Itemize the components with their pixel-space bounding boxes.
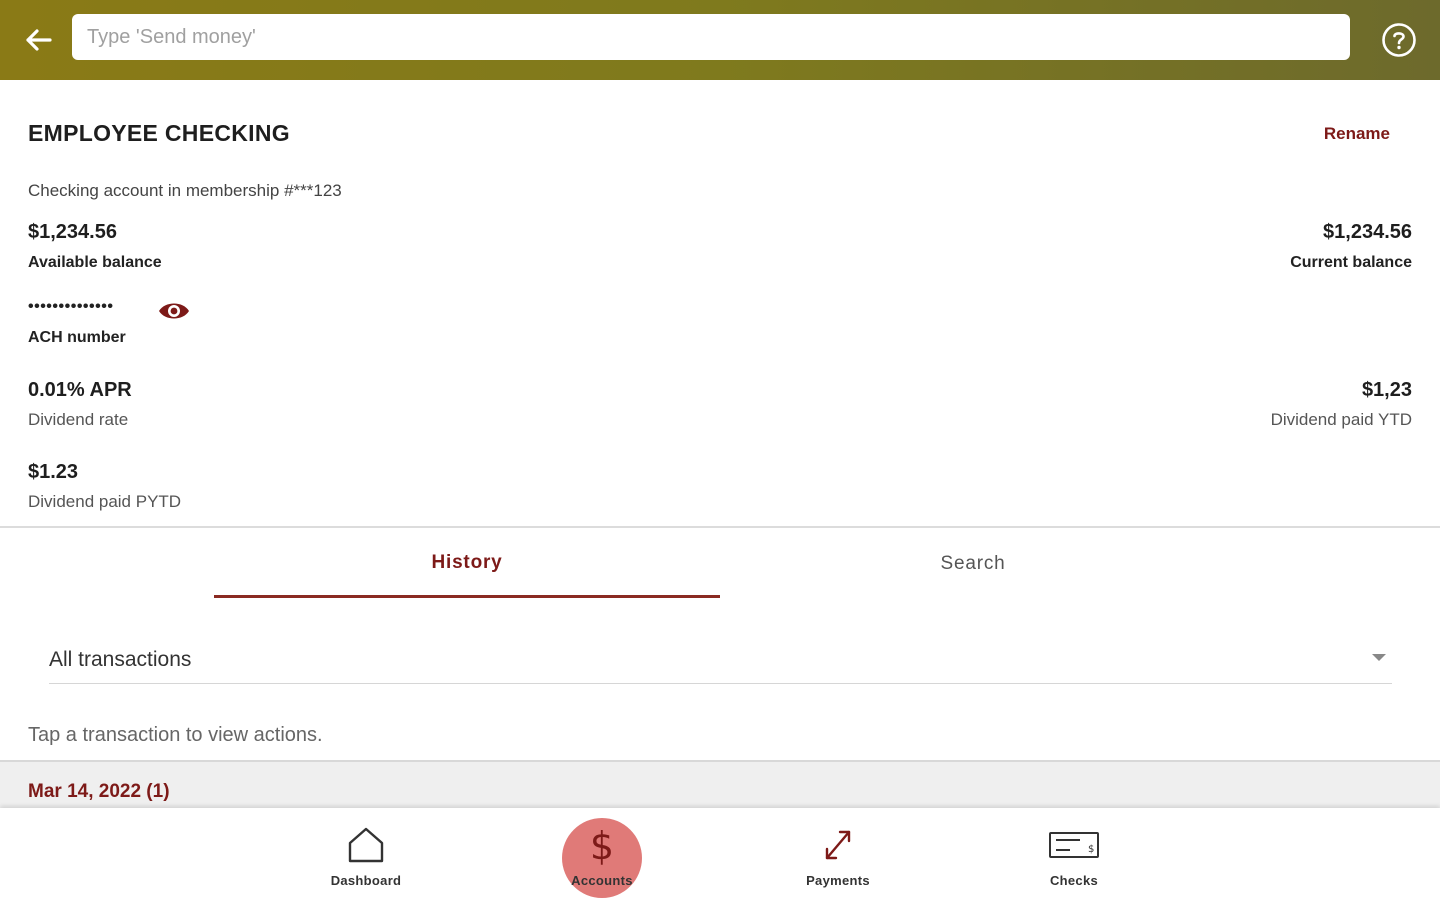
svg-text:$: $ xyxy=(1088,844,1094,855)
home-icon xyxy=(348,827,384,863)
dividend-pytd-value: $1.23 xyxy=(28,461,79,483)
check-icon: $ xyxy=(1049,832,1099,858)
nav-payments-label: Payments xyxy=(806,873,870,888)
nav-dashboard-label: Dashboard xyxy=(330,873,402,888)
help-button[interactable] xyxy=(1380,21,1418,59)
transfer-arrows-icon xyxy=(825,830,851,860)
current-balance-label: Current balance xyxy=(1290,254,1412,271)
nav-checks-label: Checks xyxy=(1049,873,1099,888)
available-balance-label: Available balance xyxy=(28,254,162,271)
dividend-ytd-value: $1,23 xyxy=(1361,379,1412,401)
nav-payments[interactable]: Payments xyxy=(768,808,908,900)
hint-text: Tap a transaction to view actions. xyxy=(28,724,323,746)
dividend-rate-label: Dividend rate xyxy=(28,410,129,429)
account-details: EMPLOYEE CHECKING Rename Checking accoun… xyxy=(0,80,1440,528)
reveal-ach-button[interactable] xyxy=(157,298,191,324)
tab-history[interactable]: History xyxy=(214,530,720,598)
account-title: EMPLOYEE CHECKING xyxy=(28,120,290,146)
arrow-left-icon xyxy=(26,29,52,51)
dividend-ytd-label: Dividend paid YTD xyxy=(1270,410,1412,429)
current-balance-value: $1,234.56 xyxy=(1323,221,1412,243)
date-group-header[interactable]: Mar 14, 2022 (1) xyxy=(0,760,1440,810)
date-group-label: Mar 14, 2022 (1) xyxy=(28,781,170,802)
ach-number-masked: •••••••••••••• xyxy=(28,298,114,315)
available-balance-value: $1,234.56 xyxy=(28,221,117,243)
chevron-down-icon xyxy=(1372,654,1386,661)
back-button[interactable] xyxy=(18,22,58,58)
search-input[interactable] xyxy=(72,14,1350,60)
apr-value: 0.01% APR xyxy=(28,379,132,401)
nav-accounts-label: Accounts xyxy=(571,873,633,888)
dollar-icon: $ xyxy=(589,824,615,868)
dividend-pytd-label: Dividend paid PYTD xyxy=(28,492,182,511)
nav-checks[interactable]: $ Checks xyxy=(1004,808,1144,900)
bottom-navigation: Dashboard $ Accounts Payments $ Checks xyxy=(0,808,1440,900)
tab-bar: History Search xyxy=(0,530,1440,600)
help-circle-icon xyxy=(1382,23,1416,57)
transaction-filter-select[interactable]: All transactions xyxy=(49,638,1392,684)
membership-info: Checking account in membership #***123 xyxy=(28,181,342,200)
tab-search[interactable]: Search xyxy=(720,530,1226,598)
nav-accounts[interactable]: $ Accounts xyxy=(532,808,672,900)
ach-number-label: ACH number xyxy=(28,329,126,346)
eye-icon xyxy=(159,303,189,319)
nav-dashboard[interactable]: Dashboard xyxy=(296,808,436,900)
rename-button[interactable]: Rename xyxy=(1324,124,1390,144)
top-app-bar xyxy=(0,0,1440,80)
filter-selected-value: All transactions xyxy=(49,648,192,671)
